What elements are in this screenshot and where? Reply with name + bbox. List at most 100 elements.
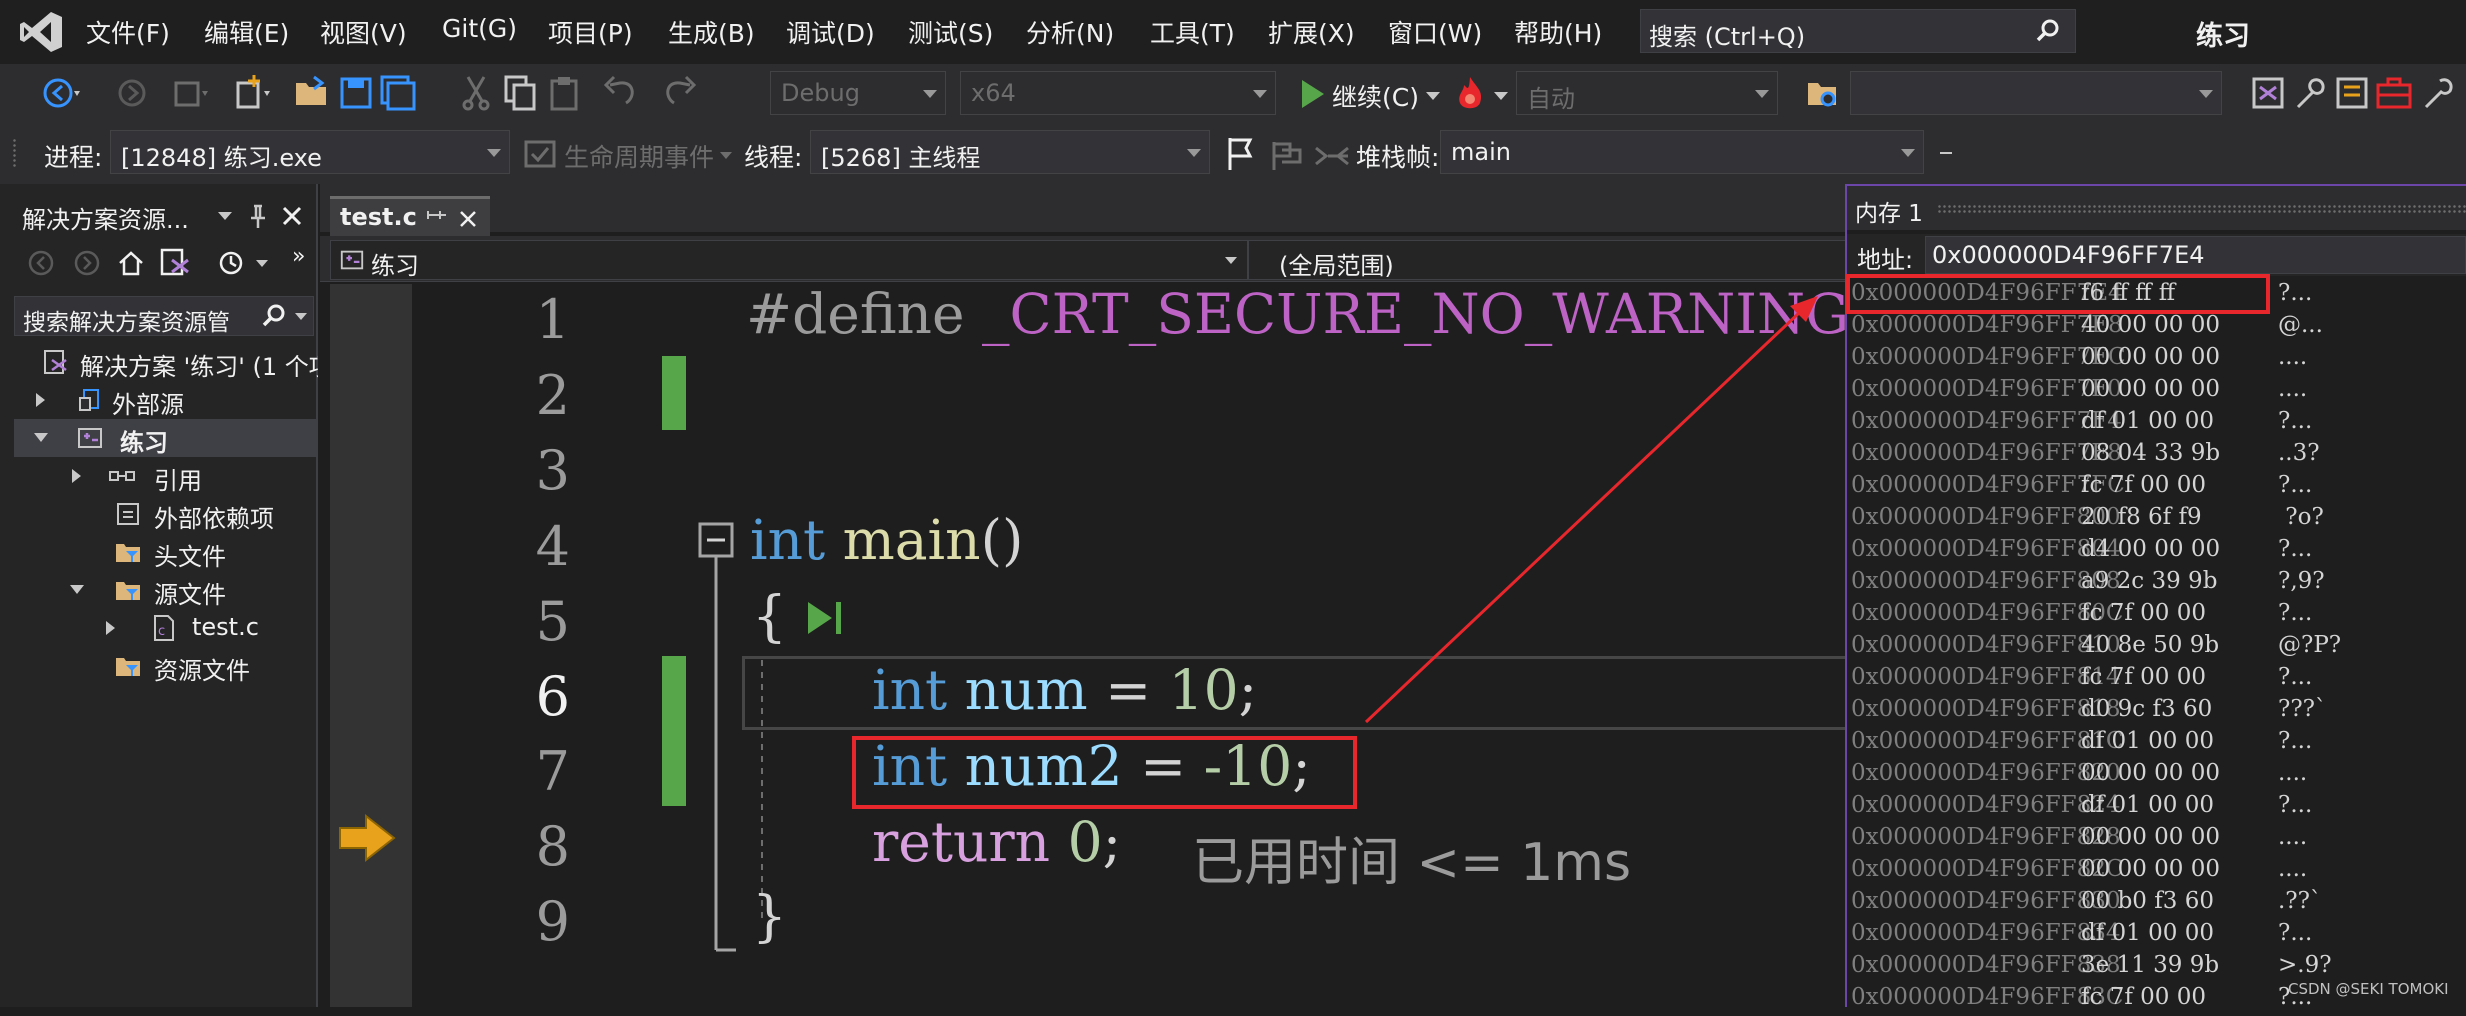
chevron-down-icon[interactable] [218, 212, 232, 220]
menu-git[interactable]: Git(G) [442, 14, 517, 43]
chevron-down-icon[interactable] [1426, 92, 1440, 100]
menu-window[interactable]: 窗口(W) [1388, 14, 1482, 50]
perf-tip[interactable]: 已用时间 <= 1ms [1192, 820, 1631, 895]
memory-row[interactable]: 0x000000D4F96FF82C 00 00 00 00.... [1851, 856, 2463, 888]
memory-row[interactable]: 0x000000D4F96FF7E8 40 00 00 00 @... [1851, 312, 2463, 344]
menu-build[interactable]: 生成(B) [668, 14, 755, 50]
tree-item-header-files[interactable]: 头文件 [14, 533, 318, 571]
chevron-down-icon[interactable] [1494, 92, 1508, 100]
memory-row[interactable]: 0x000000D4F96FF804 d4 00 00 00?... [1851, 536, 2463, 568]
expand-arrow-icon[interactable] [106, 621, 115, 635]
collapse-arrow-icon[interactable] [34, 433, 48, 442]
menu-analyze[interactable]: 分析(N) [1026, 14, 1114, 50]
pending-changes-filter-icon[interactable] [216, 248, 246, 278]
forward-navigate-icon[interactable] [112, 73, 152, 113]
auto-dropdown[interactable]: 自动 [1516, 71, 1778, 115]
save-icon[interactable] [336, 73, 376, 113]
expand-arrow-icon[interactable] [72, 469, 81, 483]
toggle-flag-icon[interactable] [1220, 134, 1260, 174]
open-folder-icon[interactable] [292, 73, 332, 113]
redo-icon[interactable] [660, 73, 700, 113]
menu-view[interactable]: 视图(V) [320, 14, 407, 50]
memory-row[interactable]: 0x000000D4F96FF828 00 00 00 00.... [1851, 824, 2463, 856]
chevron-down-icon[interactable] [295, 313, 307, 320]
menu-test[interactable]: 测试(S) [908, 14, 993, 50]
flag-threads-icon[interactable] [1266, 134, 1306, 174]
continue-button-label[interactable]: 继续(C) [1332, 78, 1419, 114]
switch-views-icon[interactable] [158, 246, 192, 280]
close-tab-icon[interactable] [456, 207, 480, 231]
undo-icon[interactable] [600, 73, 640, 113]
tree-item-references[interactable]: 引用 [14, 457, 318, 495]
continue-play-icon[interactable] [1292, 74, 1332, 114]
toolbar-grip[interactable] [12, 138, 18, 168]
process-dropdown[interactable]: [12848] 练习.exe [110, 130, 510, 174]
solution-explorer-icon[interactable] [2248, 73, 2288, 113]
save-all-icon[interactable] [378, 73, 418, 113]
menu-edit[interactable]: 编辑(E) [204, 14, 289, 50]
chevron-down-icon[interactable] [256, 260, 268, 267]
execution-pointer-arrow-icon[interactable] [336, 812, 398, 864]
memory-window-title-bar[interactable]: 内存 1 [1847, 186, 2466, 230]
tree-item-source-files[interactable]: 源文件 [14, 571, 318, 609]
memory-row[interactable]: 0x000000D4F96FF818 d0 9c f3 60 ???` [1851, 696, 2463, 728]
hot-reload-flame-icon[interactable] [1450, 73, 1490, 113]
memory-row[interactable]: 0x000000D4F96FF7F8 08 04 33 9b ..3? [1851, 440, 2463, 472]
visual-studio-logo-icon[interactable] [18, 10, 64, 54]
lifecycle-events-icon[interactable] [520, 134, 560, 174]
lifecycle-events-label[interactable]: 生命周期事件 [564, 138, 714, 174]
search-box[interactable]: 搜索 (Ctrl+Q) [1640, 9, 2076, 53]
forward-icon[interactable] [72, 248, 102, 278]
home-icon[interactable] [116, 248, 146, 278]
toolbox-icon[interactable] [2374, 73, 2414, 113]
menu-debug[interactable]: 调试(D) [786, 14, 875, 50]
expand-arrow-icon[interactable] [36, 393, 45, 407]
memory-row[interactable]: 0x000000D4F96FF814 fc 7f 00 00?... [1851, 664, 2463, 696]
memory-row[interactable]: 0x000000D4F96FF834 df 01 00 00?... [1851, 920, 2463, 952]
menu-extensions[interactable]: 扩展(X) [1268, 14, 1355, 50]
chevron-down-icon[interactable] [720, 152, 732, 159]
memory-row[interactable]: 0x000000D4F96FF7EC 00 00 00 00.... [1851, 344, 2463, 376]
back-navigate-icon[interactable] [40, 73, 80, 113]
toolbar-overflow-icon[interactable]: » [292, 244, 305, 269]
cut-icon[interactable] [456, 73, 496, 113]
find-dropdown[interactable] [1850, 71, 2222, 115]
find-in-files-icon[interactable] [1804, 73, 1844, 113]
add-item-icon[interactable] [232, 73, 272, 113]
tree-item-external-dependencies[interactable]: 外部依赖项 [14, 495, 318, 533]
collapse-arrow-icon[interactable] [70, 585, 84, 594]
project-navigation-dropdown[interactable]: 练习 [330, 240, 1248, 280]
pin-icon[interactable] [424, 207, 448, 231]
copy-icon[interactable] [500, 73, 540, 113]
memory-row[interactable]: 0x000000D4F96FF7F4 df 01 00 00?... [1851, 408, 2463, 440]
tree-item-test-c[interactable]: c test.c [14, 609, 318, 647]
indicator-margin[interactable] [330, 284, 412, 1007]
tree-item-resource-files[interactable]: 资源文件 [14, 647, 318, 685]
menu-file[interactable]: 文件(F) [86, 14, 170, 50]
menu-project[interactable]: 项目(P) [548, 14, 633, 50]
menu-tools[interactable]: 工具(T) [1150, 14, 1235, 50]
memory-row[interactable]: 0x000000D4F96FF824 df 01 00 00?... [1851, 792, 2463, 824]
run-to-click-icon[interactable] [804, 596, 852, 640]
memory-row[interactable]: 0x000000D4F96FF7FC fc 7f 00 00?... [1851, 472, 2463, 504]
memory-row[interactable]: 0x000000D4F96FF820 00 00 00 00.... [1851, 760, 2463, 792]
thread-dropdown[interactable]: [5268] 主线程 [810, 130, 1210, 174]
solution-platform-dropdown[interactable]: x64 [960, 71, 1276, 115]
stack-frame-dropdown[interactable]: main [1440, 130, 1924, 174]
tree-item-project[interactable]: 练习 [14, 419, 318, 457]
memory-row[interactable]: 0x000000D4F96FF808 a9 2c 39 9b ?,9? [1851, 568, 2463, 600]
new-project-icon[interactable] [168, 73, 208, 113]
back-icon[interactable] [26, 248, 56, 278]
memory-row[interactable]: 0x000000D4F96FF7F0 00 00 00 00.... [1851, 376, 2463, 408]
show-threads-icon[interactable] [1312, 134, 1352, 174]
tree-item-solution[interactable]: 解决方案 '练习' (1 个项 [14, 343, 318, 381]
memory-row[interactable]: 0x000000D4F96FF81C df 01 00 00?... [1851, 728, 2463, 760]
tree-item-external-sources[interactable]: 外部源 [14, 381, 318, 419]
tab-test-c[interactable]: test.c [330, 196, 490, 238]
properties-wrench-icon[interactable] [2290, 73, 2330, 113]
solution-search-box[interactable]: 搜索解决方案资源管 [14, 296, 314, 336]
close-icon[interactable] [278, 202, 306, 230]
more-tools-icon[interactable] [2418, 73, 2458, 113]
pin-icon[interactable] [244, 202, 272, 230]
paste-icon[interactable] [544, 73, 584, 113]
